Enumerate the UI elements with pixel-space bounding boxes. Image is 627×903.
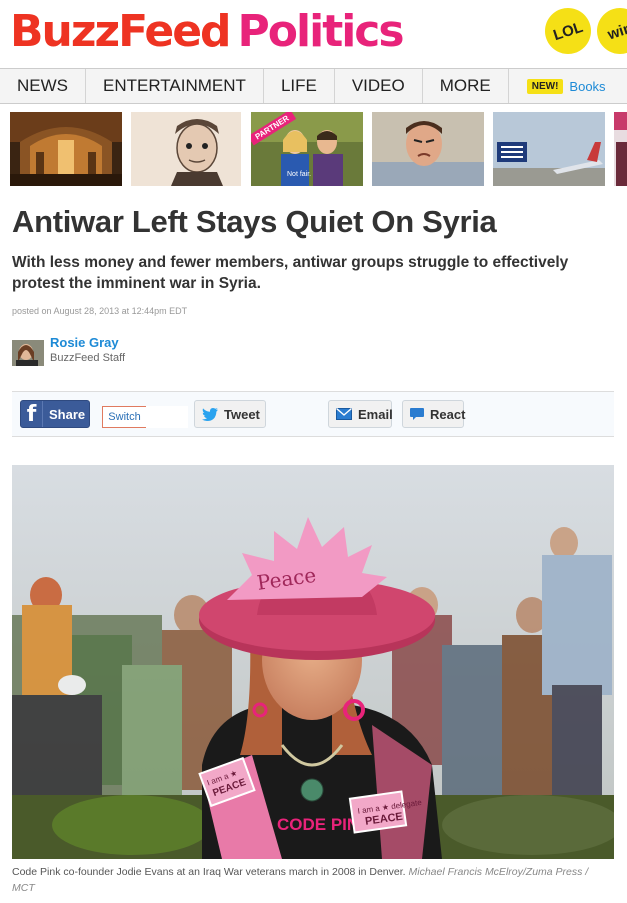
nav-item-more[interactable]: MORE (423, 69, 509, 103)
facebook-share-label: Share (49, 406, 86, 422)
tweet-button[interactable]: Tweet (194, 400, 266, 428)
email-label: Email (358, 406, 393, 422)
logo-buzzfeed: BuzzFeed (10, 6, 232, 57)
facebook-share-button[interactable]: f Share (20, 400, 90, 428)
site-logo[interactable]: BuzzFeed Politics (10, 6, 405, 58)
main-nav: NEWS ENTERTAINMENT LIFE VIDEO MORE NEW! … (0, 68, 627, 104)
react-label: React (430, 406, 466, 422)
nav-item-life[interactable]: LIFE (264, 69, 335, 103)
tweet-label: Tweet (224, 406, 260, 422)
nav-item-news[interactable]: NEWS (0, 69, 86, 103)
caption-text: Code Pink co-founder Jodie Evans at an I… (12, 866, 406, 878)
article-title: Antiwar Left Stays Quiet On Syria (12, 204, 497, 239)
thumb-grumpy-image[interactable] (372, 112, 484, 186)
speech-bubble-icon (410, 407, 424, 421)
share-bar: f Share Switch Tweet Email React (12, 391, 614, 437)
site-header: BuzzFeed Politics LOL win (0, 0, 627, 68)
facebook-icon: f (21, 401, 43, 427)
email-button[interactable]: Email (328, 400, 393, 428)
article-subtitle: With less money and fewer members, antiw… (12, 254, 569, 292)
react-button[interactable]: React (402, 400, 466, 428)
thumb-hall-image[interactable] (10, 112, 122, 186)
logo-section: Politics (237, 6, 405, 57)
author-name-link[interactable]: Rosie Gray (50, 335, 119, 350)
thumbnail-strip: PARTNER Not fair. (10, 112, 627, 186)
switch-counter (146, 406, 188, 428)
envelope-icon (336, 408, 352, 420)
nav-books-link[interactable]: Books (569, 79, 605, 94)
article-main-photo: Peace CODE PINK I am a ★ delegate PEACE … (12, 465, 614, 859)
win-badge[interactable]: win (591, 2, 627, 60)
twitter-bird-icon (202, 407, 218, 421)
thumb-partner-image[interactable]: PARTNER Not fair. (251, 112, 363, 186)
photo-caption: Code Pink co-founder Jodie Evans at an I… (12, 864, 612, 896)
lol-badge[interactable]: LOL (539, 2, 597, 60)
author-role: BuzzFeed Staff (50, 352, 126, 364)
nav-item-entertainment[interactable]: ENTERTAINMENT (86, 69, 264, 103)
thumb-airline-image[interactable] (493, 112, 605, 186)
new-badge: NEW! (526, 78, 564, 94)
thumb-caption: Not fair. (287, 171, 312, 178)
author-avatar[interactable] (12, 340, 44, 366)
thumb-partial-image[interactable] (614, 112, 627, 186)
switch-button[interactable]: Switch (102, 406, 147, 428)
thumb-sketch-image[interactable] (131, 112, 241, 186)
post-date: posted on August 28, 2013 at 12:44pm EDT (12, 306, 188, 316)
nav-item-video[interactable]: VIDEO (335, 69, 423, 103)
